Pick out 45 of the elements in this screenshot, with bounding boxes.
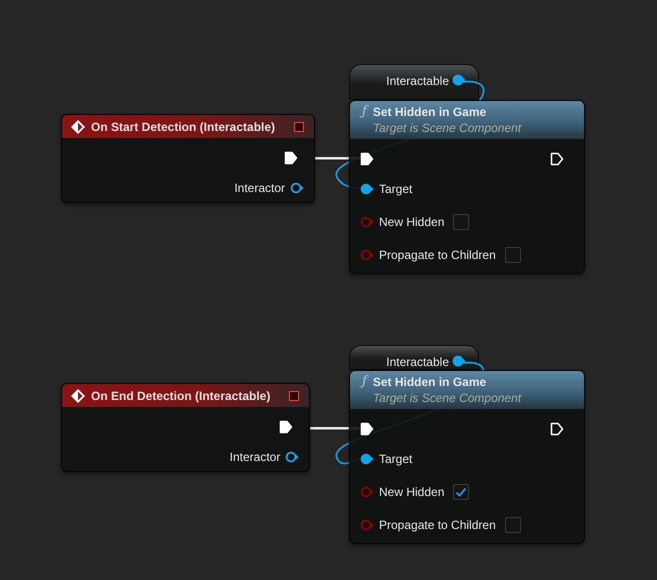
function-title: Set Hidden in Game [372, 104, 488, 120]
variable-node[interactable]: Interactable [349, 345, 479, 370]
function-subtitle: Target is Scene Component [372, 390, 522, 406]
check-icon [455, 487, 468, 497]
function-node[interactable]: ƒ Set Hidden in Game Target is Scene Component Target New Hidden Propagate to Children [349, 370, 585, 544]
event-node[interactable]: On End Detection (Interactable) Interactor [61, 383, 310, 472]
exec-pin-icon[interactable] [360, 422, 374, 436]
pin-icon[interactable] [290, 182, 304, 194]
variable-label: Interactable [386, 74, 449, 89]
delegate-icon [289, 390, 300, 400]
event-title: On End Detection (Interactable) [91, 388, 270, 402]
pin-label: Interactor [234, 181, 286, 195]
event-icon [70, 118, 86, 134]
variable-node[interactable]: Interactable [349, 64, 479, 100]
checkbox[interactable] [453, 214, 470, 230]
function-icon: ƒ [362, 104, 367, 136]
checkbox[interactable] [504, 517, 521, 533]
pin-icon[interactable] [360, 453, 374, 465]
pin-icon[interactable] [452, 355, 466, 367]
exec-pin-icon[interactable] [360, 152, 374, 166]
pin-label: Propagate to Children [379, 248, 496, 262]
checkbox[interactable] [453, 484, 470, 500]
function-title: Set Hidden in Game [372, 374, 488, 390]
pin-icon[interactable] [285, 451, 300, 463]
exec-pin-icon[interactable] [550, 152, 564, 166]
exec-pin-icon[interactable] [279, 420, 294, 434]
function-subtitle: Target is Scene Component [372, 120, 522, 136]
exec-pin-icon[interactable] [550, 422, 564, 436]
function-icon: ƒ [362, 374, 367, 406]
pin-label: Target [379, 182, 412, 196]
exec-pin-icon[interactable] [284, 151, 298, 165]
pin-label: Interactor [230, 450, 280, 464]
function-node[interactable]: ƒ Set Hidden in Game Target is Scene Component Target New Hidden Propagate to Children [349, 100, 585, 274]
delegate-icon [294, 122, 304, 132]
event-icon [70, 388, 86, 404]
pin-label: New Hidden [379, 215, 444, 229]
pin-icon[interactable] [452, 74, 466, 86]
pin-label: Propagate to Children [379, 518, 496, 532]
event-title: On Start Detection (Interactable) [91, 120, 276, 134]
pin-label: Target [379, 452, 412, 466]
pin-label: New Hidden [379, 485, 444, 499]
checkbox[interactable] [504, 247, 521, 263]
variable-label: Interactable [386, 355, 449, 370]
pin-icon[interactable] [360, 183, 374, 195]
event-node[interactable]: On Start Detection (Interactable) Interactor [61, 114, 316, 203]
